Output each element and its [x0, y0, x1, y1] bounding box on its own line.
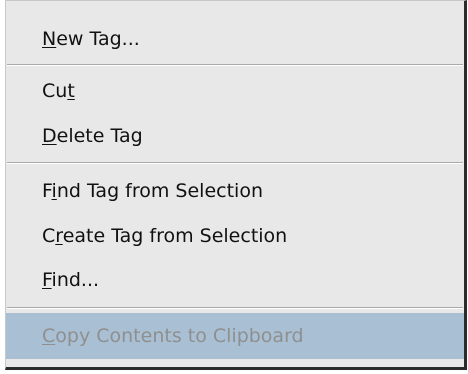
- menu-item-new-tag[interactable]: New Tag...: [6, 16, 464, 62]
- menu-separator: [7, 307, 463, 309]
- menu-item-delete-tag[interactable]: Delete Tag: [6, 113, 464, 159]
- menu-item-label: Find Tag from Selection: [42, 180, 263, 202]
- menu-item-label: Cut: [42, 80, 75, 102]
- menu-item-cut[interactable]: Cut: [6, 68, 464, 114]
- menu-item-label: New Tag...: [42, 28, 140, 50]
- menu-separator: [7, 64, 463, 66]
- menu-item-label: Find...: [42, 269, 100, 291]
- menu-item-copy-contents-to-clipboard[interactable]: Copy Contents to Clipboard: [6, 313, 464, 359]
- menu-item-find-tag-from-selection[interactable]: Find Tag from Selection: [6, 168, 464, 214]
- context-menu: New Tag... Cut Delete Tag Find Tag from …: [5, 0, 467, 370]
- menu-item-find[interactable]: Find...: [6, 257, 464, 303]
- menu-separator: [7, 162, 463, 164]
- menu-item-label: Delete Tag: [42, 125, 143, 147]
- menu-item-label: Copy Contents to Clipboard: [42, 325, 304, 347]
- menu-item-create-tag-from-selection[interactable]: Create Tag from Selection: [6, 213, 464, 259]
- menu-item-label: Create Tag from Selection: [42, 225, 288, 247]
